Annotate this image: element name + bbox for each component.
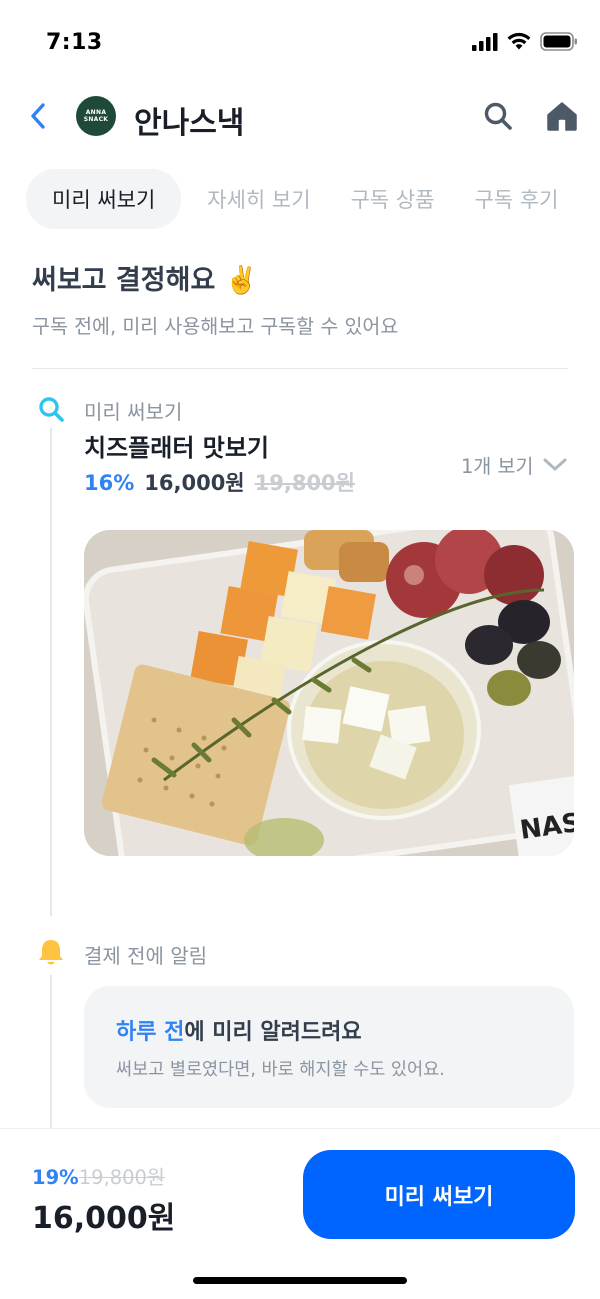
sale-price: 16,000원 bbox=[144, 471, 245, 495]
bottom-sale-price: 16,000원 bbox=[32, 1201, 176, 1236]
home-button[interactable] bbox=[545, 100, 579, 132]
status-bar: 7:13 bbox=[0, 0, 600, 88]
preview-cta-button[interactable]: 미리 써보기 bbox=[303, 1150, 575, 1239]
quantity-toggle[interactable]: 1개 보기 bbox=[461, 450, 567, 479]
notice-title-rest: 에 미리 알려드려요 bbox=[184, 1020, 362, 1045]
timeline-line bbox=[50, 975, 52, 1128]
product-name: 치즈플래터 맛보기 bbox=[84, 434, 269, 462]
quantity-toggle-label: 1개 보기 bbox=[461, 455, 534, 478]
bottom-discount-rate: 19% bbox=[32, 1166, 79, 1189]
original-price: 19,800원 bbox=[254, 471, 355, 495]
bottom-original-price: 19,800원 bbox=[78, 1166, 165, 1189]
search-icon bbox=[484, 102, 512, 130]
price-row: 16% 16,000원 19,800원 bbox=[84, 467, 355, 497]
notice-title-highlight: 하루 전 bbox=[116, 1020, 185, 1045]
tab-preview[interactable]: 미리 써보기 bbox=[26, 169, 182, 229]
search-button[interactable] bbox=[482, 100, 514, 132]
brand-name: 안나스낵 bbox=[134, 106, 245, 141]
notice-description: 써보고 별로였다면, 바로 해지할 수도 있어요. bbox=[116, 1060, 445, 1080]
timeline-line bbox=[50, 428, 52, 916]
discount-rate: 16% bbox=[84, 471, 135, 495]
notice-title: 하루 전에 미리 알려드려요 bbox=[116, 1014, 362, 1046]
brand-logo: ANNA SNACK bbox=[76, 96, 116, 136]
bell-icon bbox=[36, 937, 66, 967]
logo-text-bottom: SNACK bbox=[83, 116, 109, 123]
tab-bar: 미리 써보기 자세히 보기 구독 상품 구독 후기 bbox=[26, 169, 600, 229]
signal-icon bbox=[472, 32, 498, 51]
chevron-down-icon bbox=[543, 458, 567, 470]
product-image: NAS bbox=[84, 530, 574, 856]
bottom-bar: 19% 19,800원 16,000원 미리 써보기 bbox=[0, 1128, 600, 1299]
status-time: 7:13 bbox=[46, 30, 103, 55]
tab-subscription-reviews[interactable]: 구독 후기 bbox=[475, 184, 559, 214]
search-step-icon bbox=[36, 394, 66, 424]
wifi-icon bbox=[507, 32, 531, 50]
home-indicator bbox=[193, 1277, 407, 1284]
page-title: 써보고 결정해요 ✌️ bbox=[32, 265, 259, 296]
step-label-notify: 결제 전에 알림 bbox=[84, 944, 208, 968]
battery-icon bbox=[540, 32, 577, 51]
notice-card: 하루 전에 미리 알려드려요 써보고 별로였다면, 바로 해지할 수도 있어요. bbox=[84, 986, 574, 1108]
chevron-left-icon bbox=[31, 103, 45, 129]
logo-text-top: ANNA bbox=[85, 109, 107, 116]
bottom-price-row: 19% 19,800원 bbox=[32, 1161, 165, 1190]
back-button[interactable] bbox=[26, 100, 50, 132]
step-label-preview: 미리 써보기 bbox=[84, 400, 183, 424]
tab-subscription-products[interactable]: 구독 상품 bbox=[351, 184, 435, 214]
status-icons bbox=[472, 32, 578, 51]
tab-details[interactable]: 자세히 보기 bbox=[207, 184, 310, 214]
nav-bar: ANNA SNACK 안나스낵 bbox=[0, 88, 600, 144]
home-icon bbox=[547, 102, 577, 131]
page-subtitle: 구독 전에, 미리 사용해보고 구독할 수 있어요 bbox=[32, 315, 399, 338]
divider bbox=[32, 368, 568, 369]
